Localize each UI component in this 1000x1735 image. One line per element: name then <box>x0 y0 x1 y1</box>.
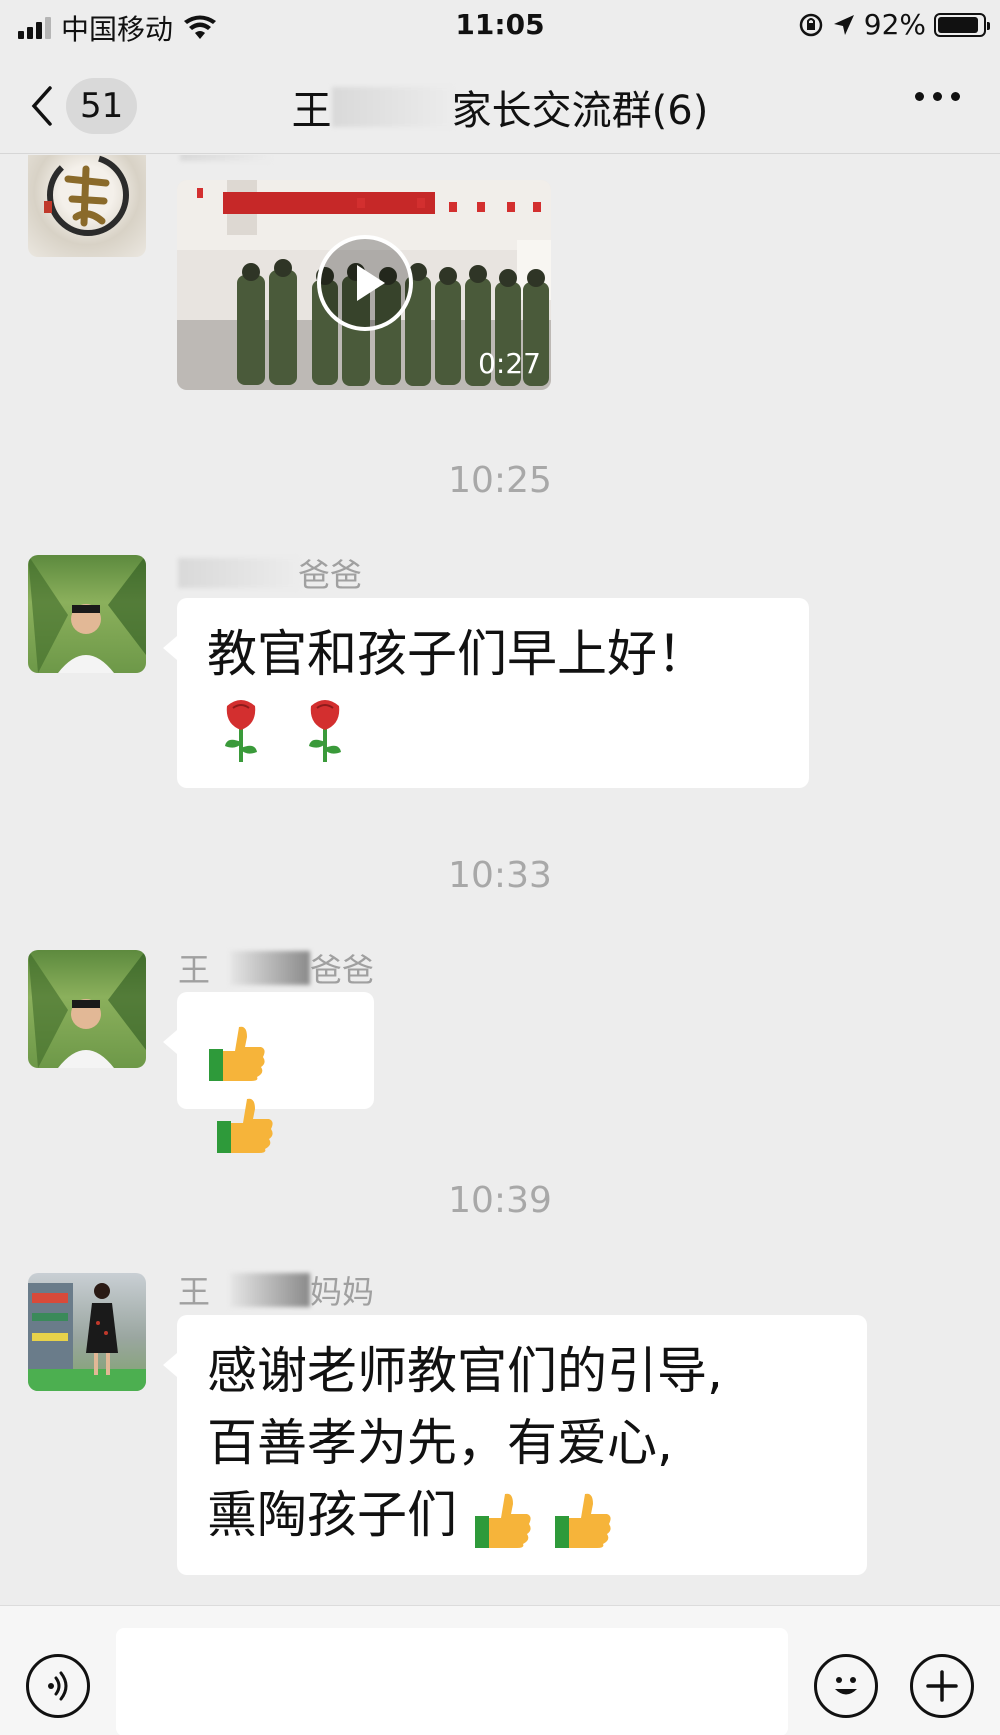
person-avatar-icon <box>28 1283 146 1391</box>
sender-name-label: 爸爸 <box>310 951 375 989</box>
person-avatar-icon <box>28 555 146 673</box>
voice-icon <box>48 1671 68 1701</box>
message-bubble[interactable]: 教官和孩子们早上好！ <box>163 598 809 788</box>
avatar[interactable] <box>28 950 146 1068</box>
sender-name-prefix: 王 <box>178 1273 211 1311</box>
thumbs-up-emoji-icon <box>209 1026 265 1081</box>
sender-name-blurred <box>180 155 270 161</box>
message-bubble[interactable] <box>163 992 374 1153</box>
input-bar <box>0 1605 1000 1735</box>
redacted-block <box>230 951 311 985</box>
video-duration: 0:27 <box>478 347 541 380</box>
more-actions-button[interactable] <box>910 1654 974 1718</box>
sender-name-label: 爸爸 <box>298 556 363 594</box>
chat-title-suffix: 家长交流群(6) <box>451 88 709 134</box>
message-input[interactable] <box>116 1628 788 1735</box>
avatar[interactable] <box>28 555 146 673</box>
location-icon <box>833 14 854 35</box>
message-text-line: 感谢老师教官们的引导, <box>207 1342 723 1400</box>
back-button[interactable]: 51 <box>30 74 160 138</box>
emoji-button[interactable] <box>814 1654 878 1718</box>
person-avatar-icon <box>28 950 146 1068</box>
battery-icon <box>934 12 990 37</box>
redacted-block <box>178 558 298 588</box>
voice-input-button[interactable] <box>26 1654 90 1718</box>
thumbs-up-emoji-icon <box>217 1098 273 1153</box>
play-icon[interactable] <box>317 235 413 331</box>
message-text-line: 百善孝为先，有爱心, <box>207 1414 673 1472</box>
avatar[interactable] <box>28 1273 146 1391</box>
message-bubble[interactable]: 感谢老师教官们的引导, 百善孝为先，有爱心, 熏陶孩子们 <box>163 1315 867 1575</box>
redacted-block <box>230 1273 311 1307</box>
avatar[interactable] <box>28 155 146 257</box>
redacted-block <box>331 87 452 127</box>
orientation-lock-icon <box>799 13 823 36</box>
timestamp: 10:25 <box>448 460 552 501</box>
sender-name-prefix: 王 <box>178 951 211 989</box>
message-list: 0:27 10:25 爸爸 教官和孩子们早上好！ 10:33 王 爸爸 10:3… <box>0 155 1000 1605</box>
calligraphy-avatar-icon <box>44 155 129 236</box>
timestamp: 10:33 <box>448 855 552 896</box>
redacted-block <box>180 155 270 161</box>
sender-name: 王 爸爸 <box>178 945 374 991</box>
sender-name: 王 妈妈 <box>178 1267 374 1313</box>
battery-percent: 92% <box>863 8 926 41</box>
unread-count-badge: 51 <box>66 78 138 134</box>
sender-name-label: 妈妈 <box>310 1273 375 1311</box>
chat-header: 51 王 家长交流群(6) <box>0 58 1000 154</box>
chat-title-prefix: 王 <box>291 88 332 134</box>
video-message[interactable]: 0:27 <box>177 180 551 390</box>
thumbs-up-emoji-icon <box>554 1493 611 1548</box>
more-options-button[interactable] <box>915 92 960 101</box>
thumbs-up-emoji-icon <box>474 1493 531 1548</box>
sender-name: 爸爸 <box>178 550 362 596</box>
chat-title: 王 家长交流群(6) <box>150 78 850 136</box>
chevron-left-icon <box>31 86 52 126</box>
rose-emoji-icon <box>225 699 257 762</box>
plus-icon <box>926 1670 958 1702</box>
rose-emoji-icon <box>308 699 341 762</box>
smiley-icon <box>835 1677 857 1695</box>
status-bar: 中国移动 11:05 92% <box>0 0 1000 52</box>
message-text: 教官和孩子们早上好！ <box>207 625 707 683</box>
timestamp: 10:39 <box>448 1180 552 1221</box>
message-text-line: 熏陶孩子们 <box>207 1486 457 1544</box>
